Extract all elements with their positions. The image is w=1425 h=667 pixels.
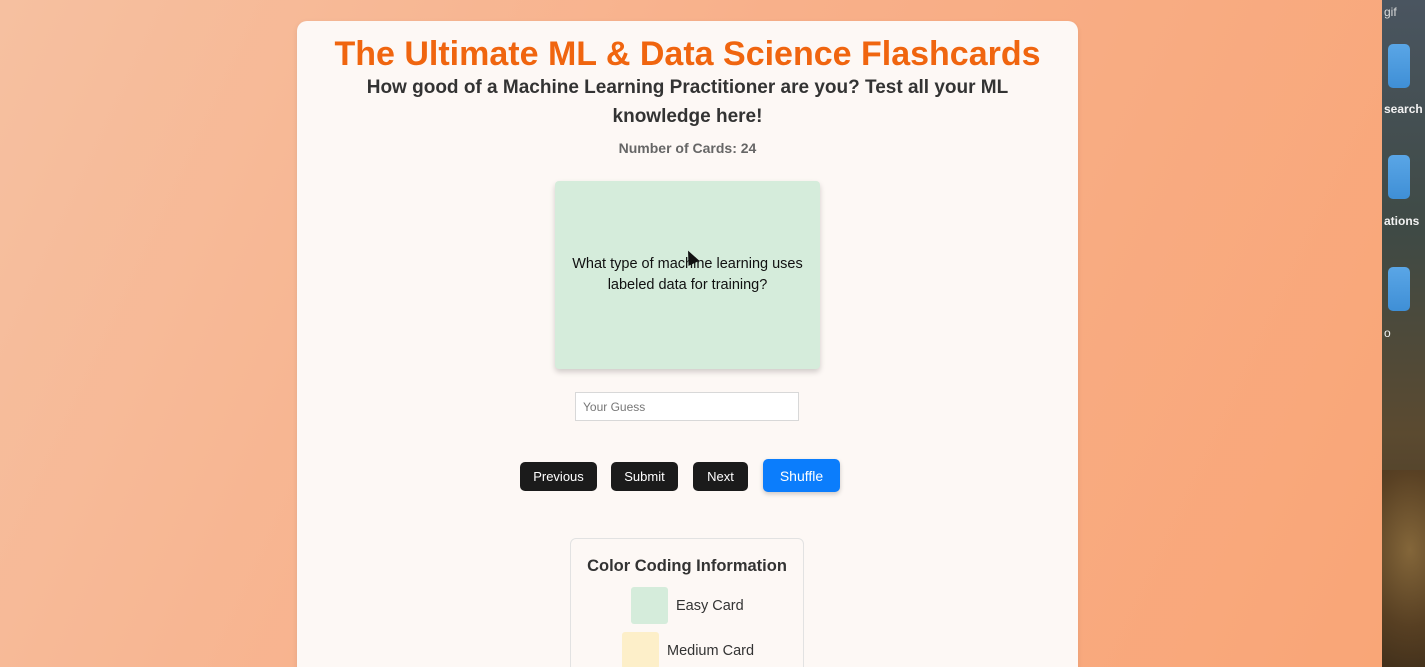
folder-icon[interactable] (1388, 267, 1410, 311)
desktop-folder-label: ations (1384, 214, 1420, 228)
flashcard[interactable]: What type of machine learning uses label… (555, 181, 820, 369)
legend-item-label: Medium Card (667, 642, 755, 659)
medium-color-swatch (622, 632, 659, 667)
desktop-folder-label: o (1384, 326, 1391, 340)
legend-item-label: Easy Card (676, 597, 744, 614)
folder-icon[interactable] (1388, 155, 1410, 199)
guess-input[interactable] (575, 392, 799, 421)
submit-button[interactable]: Submit (611, 462, 678, 491)
shuffle-button[interactable]: Shuffle (763, 459, 840, 492)
legend-item-easy: Easy Card (631, 587, 744, 624)
legend-item-medium: Medium Card (622, 632, 754, 667)
color-coding-legend: Color Coding Information Easy Card Mediu… (570, 538, 804, 667)
page-subtitle: How good of a Machine Learning Practitio… (366, 77, 1009, 127)
next-button[interactable]: Next (693, 462, 748, 491)
flashcard-app-panel: The Ultimate ML & Data Science Flashcard… (297, 21, 1078, 667)
desktop-folder-label: search (1384, 102, 1423, 116)
legend-title: Color Coding Information (587, 557, 787, 575)
desktop-wallpaper-rock (1382, 470, 1425, 667)
desktop-background: gif search ations o (1382, 0, 1425, 667)
page-title: The Ultimate ML & Data Science Flashcard… (334, 35, 1041, 73)
easy-color-swatch (631, 587, 668, 624)
folder-icon[interactable] (1388, 44, 1410, 88)
card-count: Number of Cards: 24 (618, 140, 757, 156)
previous-button[interactable]: Previous (520, 462, 597, 491)
desktop-file-label: gif (1384, 5, 1397, 19)
